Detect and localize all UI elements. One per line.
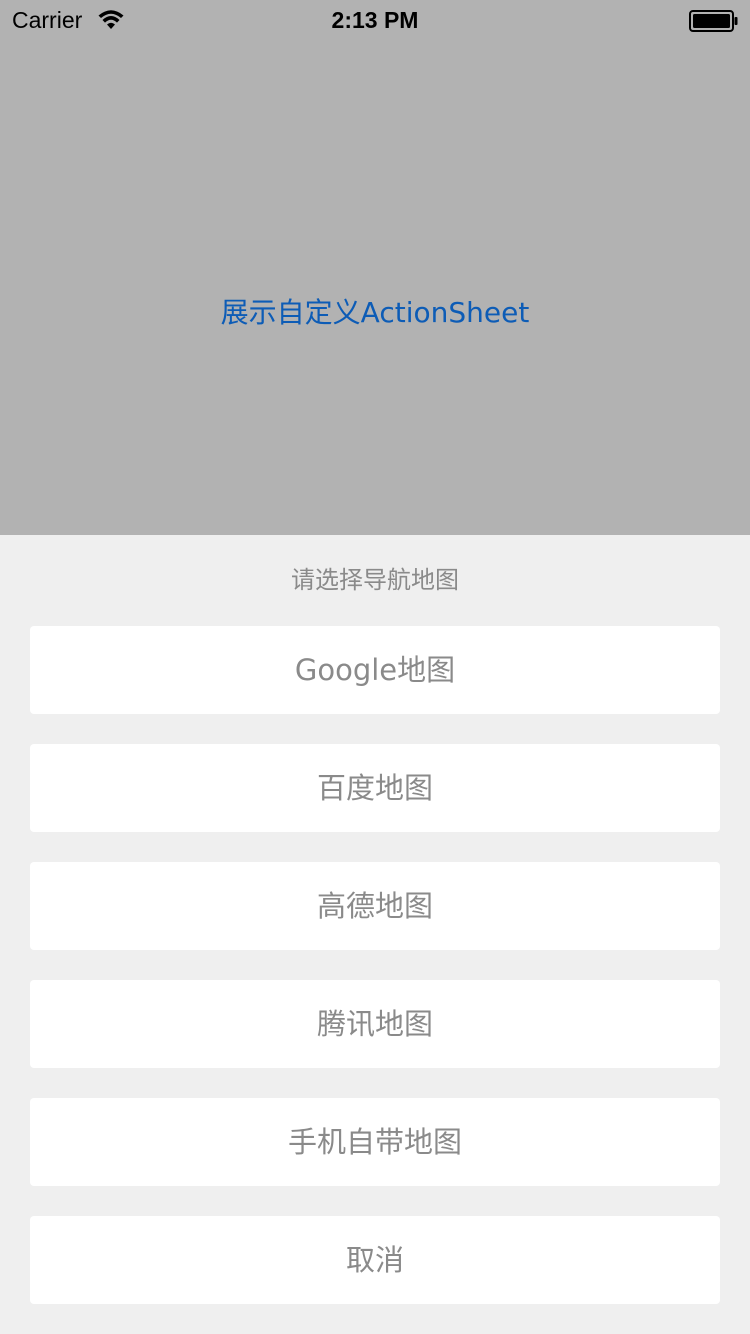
show-action-sheet-button[interactable]: 展示自定义ActionSheet [175,290,575,336]
option-gaode-map-button[interactable]: 高德地图 [30,862,720,950]
status-time: 2:13 PM [331,7,419,33]
option-label: 百度地图 [316,771,433,805]
battery-icon [689,10,738,32]
option-baidu-map-button[interactable]: 百度地图 [30,744,720,832]
action-sheet-title: 请选择导航地图 [291,566,459,594]
option-label: 手机自带地图 [287,1125,462,1159]
cancel-label: 取消 [345,1243,404,1277]
status-bar: Carrier 2:13 PM [0,0,750,40]
option-tencent-map-button[interactable]: 腾讯地图 [30,980,720,1068]
option-label: Google地图 [294,653,456,687]
option-label: 腾讯地图 [316,1007,433,1041]
option-builtin-map-button[interactable]: 手机自带地图 [30,1098,720,1186]
cancel-button[interactable]: 取消 [30,1216,720,1304]
action-sheet: 请选择导航地图 Google地图 百度地图 高德地图 腾讯地图 手机自带地图 取… [0,535,750,1334]
option-label: 高德地图 [316,889,433,923]
option-google-map-button[interactable]: Google地图 [30,626,720,714]
